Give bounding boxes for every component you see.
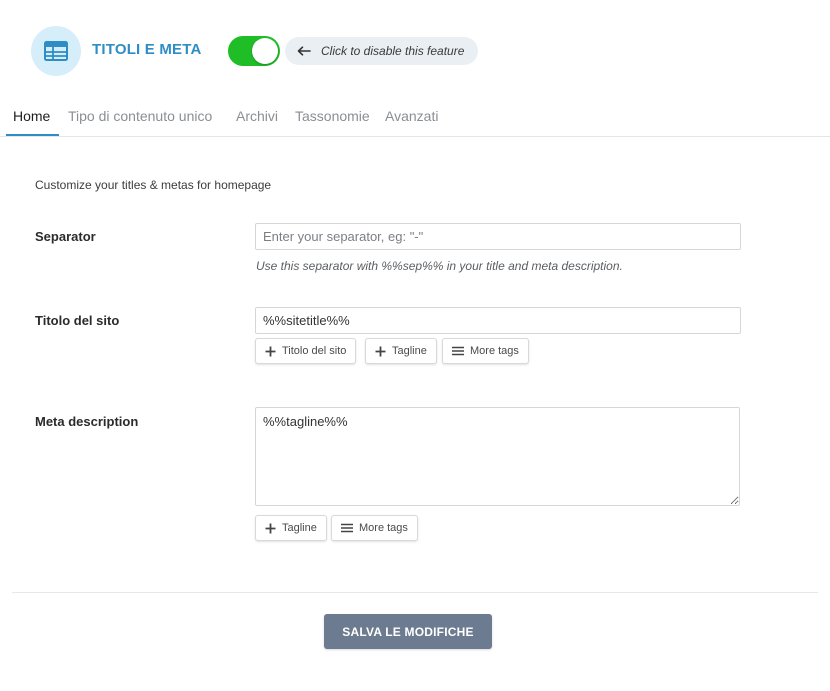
arrow-left-icon: [297, 46, 311, 56]
button-label: Titolo del sito: [282, 345, 347, 357]
logo-badge: [31, 26, 81, 76]
toggle-hint: Click to disable this feature: [285, 37, 479, 65]
button-label: More tags: [359, 522, 408, 534]
tab-tipo-di-contenuto-unico[interactable]: Tipo di contenuto unico: [68, 108, 212, 124]
separator-help: Use this separator with %%sep%% in your …: [256, 259, 623, 273]
add-site-title-tag-button[interactable]: Titolo del sito: [255, 338, 357, 364]
intro-text: Customize your titles & metas for homepa…: [35, 178, 272, 192]
plus-icon: [265, 523, 276, 533]
plus-icon: [265, 346, 276, 356]
more-tags-button[interactable]: More tags: [442, 338, 529, 364]
plus-icon: [375, 346, 386, 356]
more-tags-button[interactable]: More tags: [331, 515, 418, 541]
separator-label: Separator: [35, 229, 96, 244]
menu-icon: [452, 346, 464, 356]
button-label: Tagline: [392, 345, 427, 357]
add-tagline-tag-button[interactable]: Tagline: [255, 515, 327, 541]
add-tagline-tag-button[interactable]: Tagline: [365, 338, 437, 364]
page-header: TITOLI E META Click to disable this feat…: [0, 0, 830, 100]
save-button-label: SALVA LE MODIFICHE: [342, 624, 474, 639]
separator-input[interactable]: [255, 223, 741, 250]
divider: [12, 592, 818, 593]
tab-archivi[interactable]: Archivi: [236, 108, 278, 124]
tab-tassonomie[interactable]: Tassonomie: [295, 108, 370, 124]
tab-home[interactable]: Home: [13, 108, 50, 124]
save-button[interactable]: SALVA LE MODIFICHE: [324, 614, 492, 649]
page-title: TITOLI E META: [92, 41, 202, 58]
hint-text: Click to disable this feature: [321, 44, 465, 58]
button-label: Tagline: [282, 522, 317, 534]
feature-toggle[interactable]: [228, 36, 280, 66]
tab-bar: Home Tipo di contenuto unico Archivi Tas…: [0, 100, 830, 137]
menu-icon: [341, 523, 353, 533]
table-icon: [44, 41, 68, 61]
site-title-input[interactable]: [255, 307, 741, 334]
meta-description-textarea[interactable]: %%tagline%%: [255, 407, 740, 506]
meta-description-label: Meta description: [35, 414, 139, 429]
toggle-knob: [252, 38, 278, 64]
button-label: More tags: [470, 345, 519, 357]
tab-avanzati[interactable]: Avanzati: [385, 108, 438, 124]
active-tab-indicator: [6, 134, 59, 136]
site-title-label: Titolo del sito: [35, 313, 120, 328]
